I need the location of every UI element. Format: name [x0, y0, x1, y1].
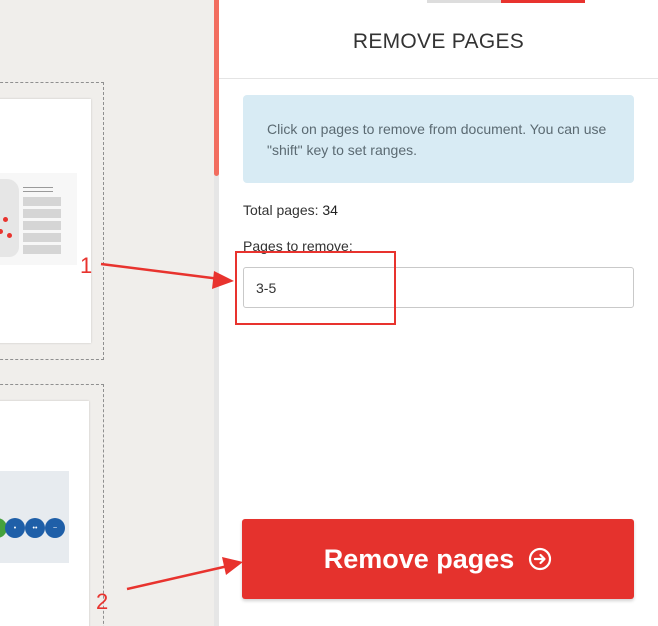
total-pages-value: 34	[322, 202, 338, 218]
page-thumbnail[interactable]: 5	[0, 99, 91, 343]
page-thumbnail-slot[interactable]: • •• ~	[0, 384, 104, 626]
total-pages: Total pages: 34	[243, 202, 338, 218]
panel-title: REMOVE PAGES	[219, 0, 658, 79]
annotation-step-1-number: 1	[80, 253, 93, 278]
page-thumbnail-slot[interactable]: 5	[0, 82, 104, 360]
annotation-step-2-number: 2	[96, 589, 109, 614]
page-thumbnail[interactable]: • •• ~	[0, 401, 89, 626]
remove-pages-button-label: Remove pages	[323, 543, 515, 574]
total-pages-label: Total pages:	[243, 202, 319, 218]
info-message: Click on pages to remove from document. …	[243, 95, 634, 183]
thumbnail-map-graphic	[0, 173, 77, 265]
thumbnail-flow-graphic: • •• ~	[0, 471, 69, 563]
page-preview-area: 5 • •• ~	[0, 0, 214, 626]
remove-pages-button[interactable]: Remove pages	[242, 519, 634, 599]
arrow-right-circle-icon	[528, 547, 552, 571]
annotation-highlight-box	[235, 251, 396, 325]
